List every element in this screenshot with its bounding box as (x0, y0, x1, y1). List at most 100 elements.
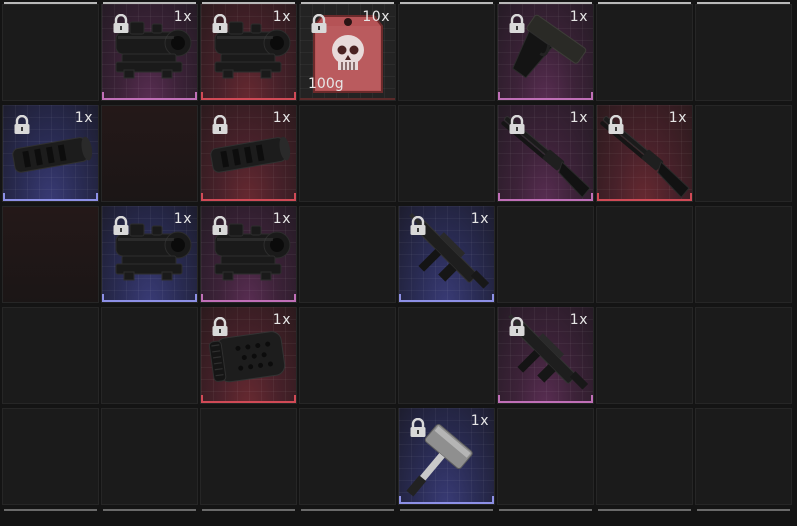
item-quantity: 1x (272, 110, 291, 126)
inventory-slot[interactable] (2, 206, 99, 303)
item-quantity: 1x (272, 312, 291, 328)
lock-icon (409, 216, 427, 236)
rarity-corner (201, 193, 209, 199)
lock-icon (211, 317, 229, 337)
item-hammer-blue[interactable]: 1x (399, 408, 494, 504)
column-bottom-bar (202, 509, 295, 511)
rarity-corner (288, 193, 296, 199)
inventory-slot[interactable] (695, 105, 792, 202)
rarity-corner (585, 193, 593, 199)
lock-icon (310, 14, 328, 34)
inventory-slot[interactable] (398, 105, 495, 202)
rarity-corner (585, 395, 593, 401)
inventory-slot[interactable] (695, 4, 792, 101)
item-scope-purple-2[interactable]: 1x (201, 206, 296, 302)
lock-icon (13, 115, 31, 135)
inventory-slot[interactable] (299, 206, 396, 303)
rarity-corner (201, 294, 209, 300)
lock-icon (508, 14, 526, 34)
inventory-slot[interactable] (101, 307, 198, 404)
rarity-corner (201, 92, 209, 98)
rarity-corner (288, 395, 296, 401)
item-quantity: 1x (173, 9, 192, 25)
column-bottom-bar (598, 509, 691, 511)
rarity-corner (597, 193, 605, 199)
lock-icon (211, 115, 229, 135)
rarity-corner (486, 496, 494, 502)
inventory-slot[interactable] (101, 408, 198, 505)
rarity-corner (585, 92, 593, 98)
column-bottom-bar (4, 509, 97, 511)
rarity-corner (399, 496, 407, 502)
rarity-corner (498, 193, 506, 199)
item-quantity: 1x (569, 312, 588, 328)
item-quantity: 1x (470, 211, 489, 227)
item-pistol-purple[interactable]: 1x (498, 4, 593, 100)
column-bottom-bar (697, 509, 790, 511)
inventory-slot[interactable] (596, 206, 693, 303)
item-scope-purple-1[interactable]: 1x (102, 4, 197, 100)
inventory-slot[interactable] (695, 307, 792, 404)
rarity-corner (3, 193, 11, 199)
item-shotgun-red[interactable]: 1x (597, 105, 692, 201)
rarity-corner (288, 294, 296, 300)
column-bottom-bar (103, 509, 196, 511)
inventory-slot[interactable] (398, 4, 495, 101)
item-muzzle-red[interactable]: 1x (201, 105, 296, 201)
lock-icon (508, 317, 526, 337)
lock-icon (211, 14, 229, 34)
inventory-grid: 1x 1x 10x 100g 1x 1x 1x 1x 1x 1x 1x 1x 1x 1x 1x (0, 0, 797, 526)
item-quantity: 1x (74, 110, 93, 126)
rarity-corner (498, 395, 506, 401)
inventory-slot[interactable] (398, 307, 495, 404)
item-smg-purple[interactable]: 1x (498, 307, 593, 403)
inventory-slot[interactable] (596, 307, 693, 404)
inventory-slot[interactable] (101, 105, 198, 202)
rarity-corner (201, 395, 209, 401)
inventory-slot[interactable] (596, 4, 693, 101)
inventory-slot[interactable] (200, 408, 297, 505)
item-shotgun-purple[interactable]: 1x (498, 105, 593, 201)
lock-icon (211, 216, 229, 236)
rarity-corner (90, 193, 98, 199)
rarity-corner (399, 294, 407, 300)
inventory-slot[interactable] (497, 408, 594, 505)
inventory-slot[interactable] (596, 408, 693, 505)
item-quantity: 10x (362, 9, 390, 25)
rarity-corner (684, 193, 692, 199)
lock-icon (409, 418, 427, 438)
item-quantity: 1x (569, 110, 588, 126)
item-handguard-red[interactable]: 1x (201, 307, 296, 403)
inventory-slot[interactable] (299, 105, 396, 202)
rarity-corner (102, 294, 110, 300)
inventory-slot[interactable] (299, 408, 396, 505)
item-scope-blue[interactable]: 1x (102, 206, 197, 302)
lock-icon (508, 115, 526, 135)
rarity-corner (189, 92, 197, 98)
item-smg-blue[interactable]: 1x (399, 206, 494, 302)
lock-icon (112, 216, 130, 236)
item-scope-red-1[interactable]: 1x (201, 4, 296, 100)
rarity-corner (102, 92, 110, 98)
inventory-slot[interactable] (497, 206, 594, 303)
rarity-corner (498, 92, 506, 98)
item-quantity: 1x (569, 9, 588, 25)
rarity-corner (486, 294, 494, 300)
item-dog-tag[interactable]: 10x 100g (300, 4, 395, 100)
lock-icon (607, 115, 625, 135)
inventory-slot[interactable] (299, 307, 396, 404)
item-quantity: 1x (668, 110, 687, 126)
rarity-corner (288, 92, 296, 98)
column-bottom-bar (499, 509, 592, 511)
item-quantity: 1x (470, 413, 489, 429)
inventory-slot[interactable] (695, 206, 792, 303)
column-bottom-bar (400, 509, 493, 511)
item-quantity: 1x (272, 211, 291, 227)
inventory-slot[interactable] (2, 4, 99, 101)
inventory-slot[interactable] (2, 408, 99, 505)
item-muzzle-blue[interactable]: 1x (3, 105, 98, 201)
item-quantity: 1x (173, 211, 192, 227)
inventory-slot[interactable] (695, 408, 792, 505)
inventory-slot[interactable] (2, 307, 99, 404)
item-quantity: 1x (272, 9, 291, 25)
